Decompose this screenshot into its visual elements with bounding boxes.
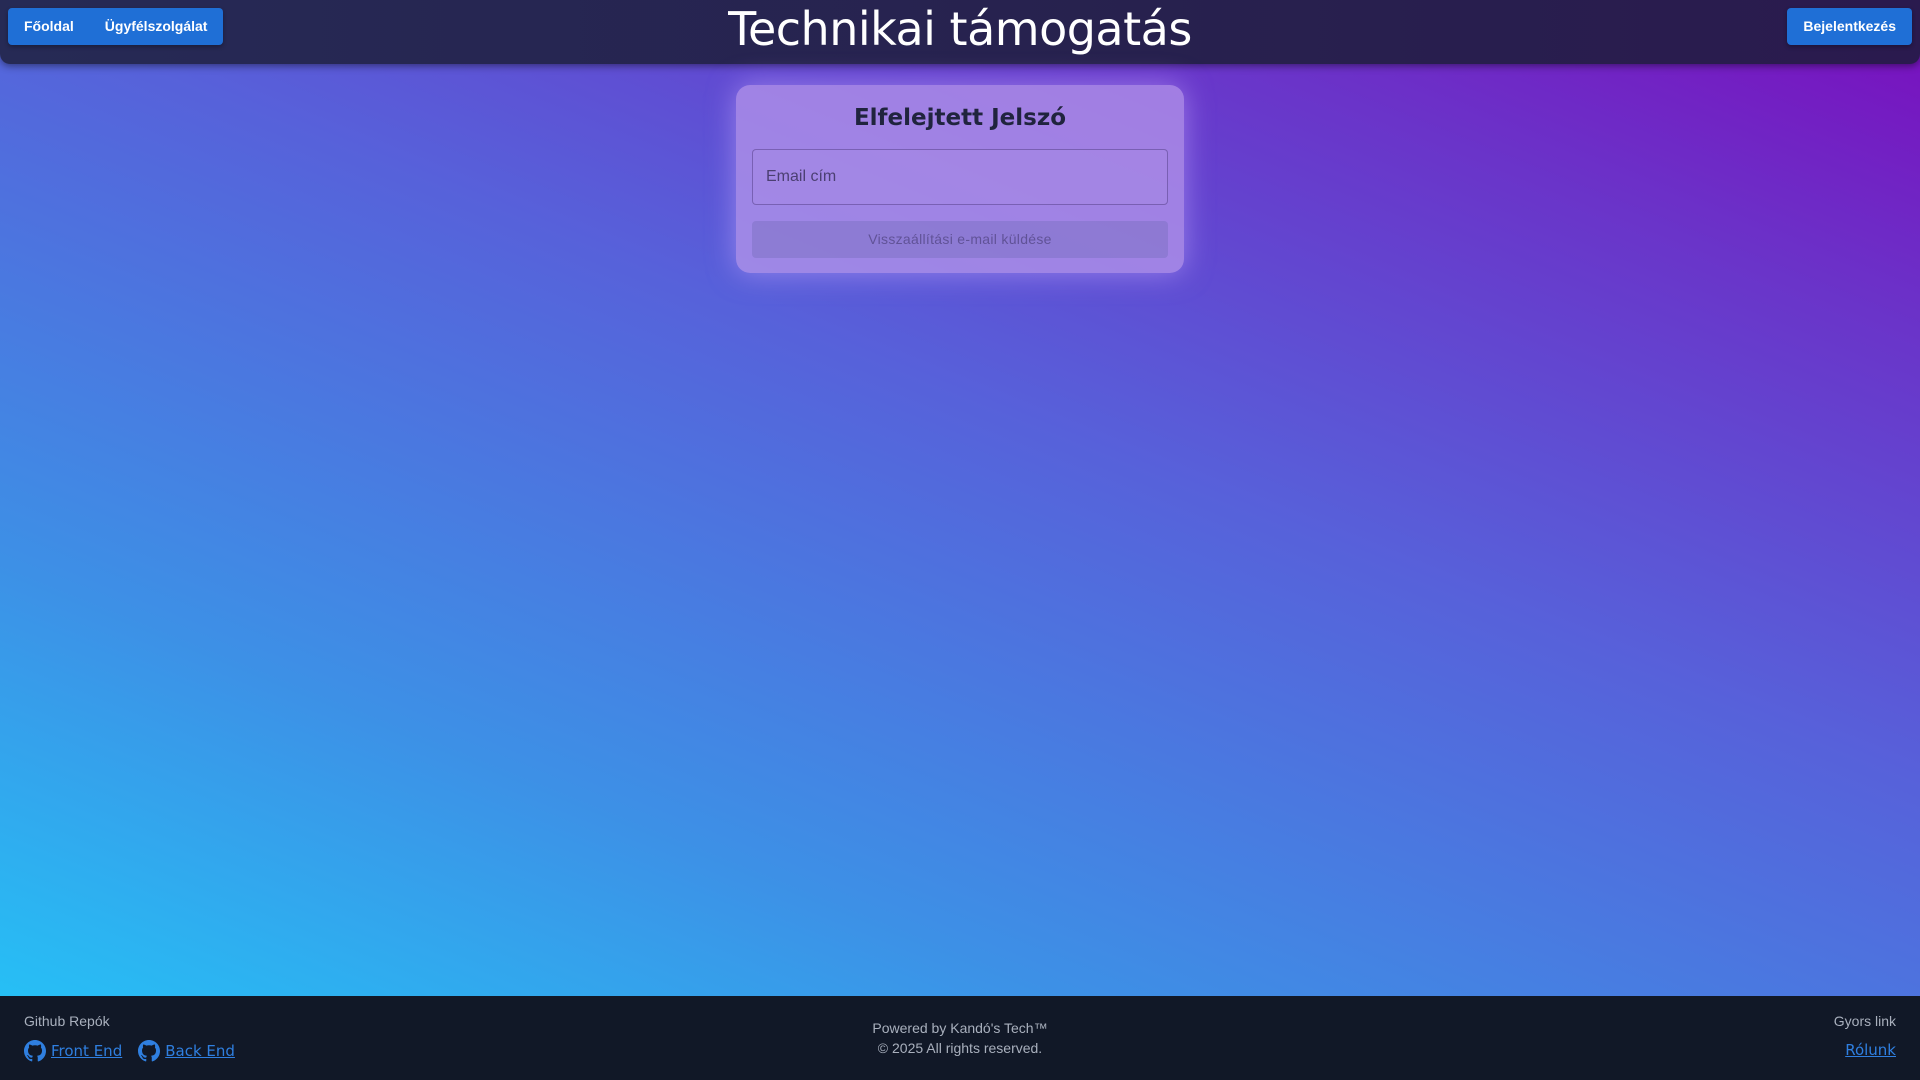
- powered-by-text: Powered by Kandó's Tech™: [872, 1020, 1048, 1036]
- quick-link-heading: Gyors link: [1833, 1013, 1896, 1029]
- footer-credits: Powered by Kandó's Tech™ © 2025 All righ…: [0, 1018, 1920, 1058]
- login-button[interactable]: Bejelentkezés: [1787, 8, 1912, 45]
- card-title: Elfelejtett Jelszó: [853, 105, 1067, 131]
- top-header: Technikai támogatás Főoldal Ügyfélszolgá…: [0, 0, 1920, 64]
- nav-customer-service-button[interactable]: Ügyfélszolgálat: [90, 8, 224, 45]
- main-nav: Főoldal Ügyfélszolgálat: [8, 8, 224, 45]
- forgot-password-card: Elfelejtett Jelszó Visszaállítási e-mail…: [736, 85, 1184, 273]
- about-us-link[interactable]: Rólunk: [1845, 1041, 1896, 1059]
- footer: Github Repók Front End Back End Powered …: [0, 996, 1920, 1080]
- page-title: Technikai támogatás: [728, 2, 1192, 56]
- nav-home-button[interactable]: Főoldal: [8, 8, 90, 45]
- copyright-text: © 2025 All rights reserved.: [877, 1040, 1043, 1056]
- send-reset-email-button[interactable]: Visszaállítási e-mail küldése: [752, 221, 1168, 258]
- email-field[interactable]: [752, 149, 1168, 205]
